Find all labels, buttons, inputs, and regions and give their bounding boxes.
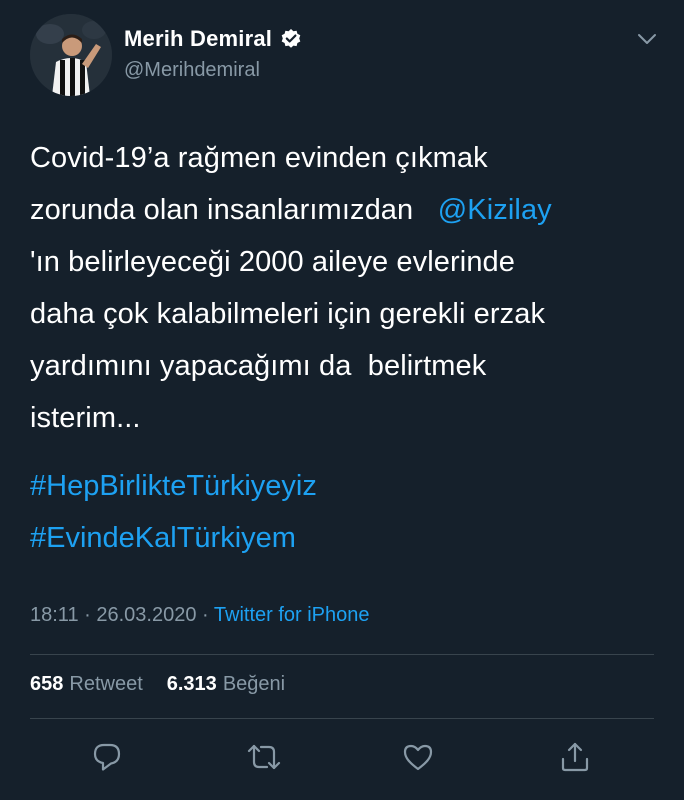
mention-link-kizilay[interactable]: @Kizilay	[438, 194, 552, 226]
stat-spacer	[149, 673, 161, 696]
tweet-line: isterim...	[30, 402, 141, 434]
divider	[30, 718, 654, 719]
reply-icon	[93, 743, 121, 771]
tweet-stats: 658 Retweet 6.313 Beğeni	[30, 673, 285, 696]
meta-separator: ·	[196, 604, 214, 626]
tweet-line: zorunda olan insanlarımızdan @Kizilay	[30, 184, 650, 236]
tweet-detail: Merih Demiral @Merihdemiral Covid-19’a r…	[0, 0, 684, 800]
like-label[interactable]: Beğeni	[223, 673, 285, 696]
tweet-line-text: zorunda olan insanlarımızdan	[30, 194, 438, 226]
hashtag-link[interactable]: #HepBirlikteTürkiyeyiz	[30, 460, 317, 512]
action-bar	[0, 732, 684, 782]
tweet-date: 26.03.2020	[96, 604, 197, 626]
name-row: Merih Demiral	[124, 26, 302, 52]
heart-icon	[403, 744, 433, 771]
tweet-line: Covid-19’a rağmen evinden çıkmak	[30, 142, 488, 174]
like-count[interactable]: 6.313	[167, 673, 217, 696]
tweet-header: Merih Demiral @Merihdemiral	[30, 14, 660, 100]
tweet-source-link[interactable]: Twitter for iPhone	[214, 604, 370, 626]
tweet-line: 'ın belirleyeceği 2000 aileye evlerinde	[30, 246, 516, 278]
retweet-button[interactable]	[239, 732, 289, 782]
reply-button[interactable]	[82, 732, 132, 782]
retweet-label[interactable]: Retweet	[69, 673, 142, 696]
user-handle[interactable]: @Merihdemiral	[124, 59, 260, 82]
avatar-photo	[30, 14, 112, 96]
chevron-down-icon[interactable]	[634, 26, 660, 52]
tweet-meta: 18:11 · 26.03.2020 · Twitter for iPhone	[30, 604, 370, 627]
share-icon	[561, 742, 589, 772]
retweet-count[interactable]: 658	[30, 673, 63, 696]
share-button[interactable]	[550, 732, 600, 782]
tweet-line: yardımını yapacağımı da belirtmek	[30, 350, 487, 382]
like-button[interactable]	[393, 732, 443, 782]
tweet-time: 18:11	[30, 604, 79, 626]
tweet-text: Covid-19’a rağmen evinden çıkmak zorunda…	[30, 132, 650, 444]
retweet-icon	[247, 744, 281, 770]
hashtag-link[interactable]: #EvindeKalTürkiyem	[30, 512, 317, 564]
display-name[interactable]: Merih Demiral	[124, 26, 272, 52]
meta-separator: ·	[78, 604, 97, 626]
avatar[interactable]	[30, 14, 112, 96]
hashtag-list: #HepBirlikteTürkiyeyiz #EvindeKalTürkiye…	[30, 460, 317, 564]
divider	[30, 654, 654, 655]
tweet-line: daha çok kalabilmeleri için gerekli erza…	[30, 298, 546, 330]
verified-badge-icon	[280, 28, 302, 50]
